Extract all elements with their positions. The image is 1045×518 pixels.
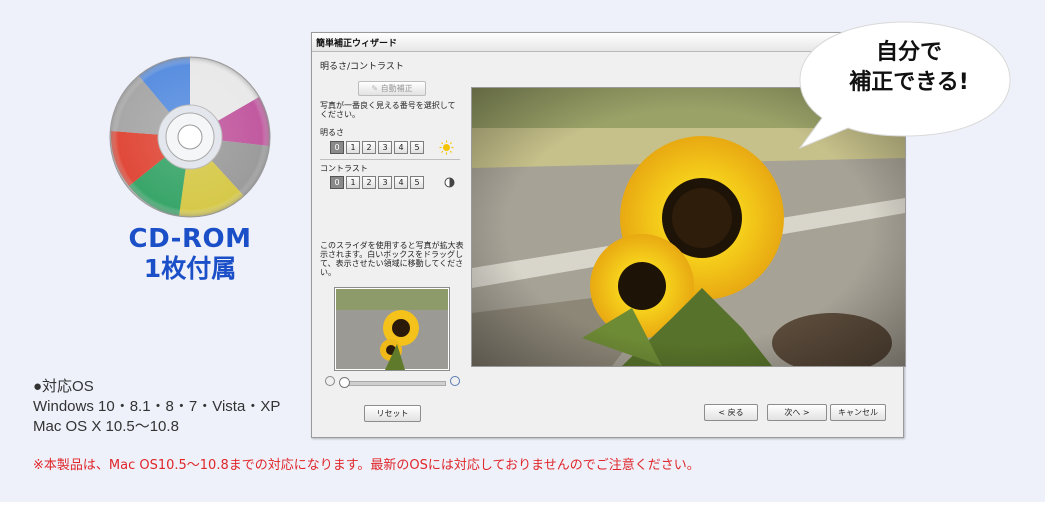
os-windows: Windows 10・8.1・8・7・Vista・XP [33,398,281,415]
brightness-option-2[interactable]: 2 [362,141,376,154]
cd-rom-label: CD-ROM 1枚付属 [110,224,270,284]
thumbnail-preview[interactable] [334,287,450,371]
zoom-slider-knob[interactable] [339,377,350,388]
main-photo-preview [471,87,906,367]
speech-bubble-text: 自分で 補正できる! [833,38,985,98]
auto-correct-button[interactable]: ✎ 自動補正 [358,81,426,96]
contrast-icon [444,177,455,188]
wizard-window: 簡単補正ウィザード 明るさ/コントラスト ✎ 自動補正 写真が一番良く見える番号… [311,32,906,438]
auto-correct-label: 自動補正 [380,84,413,93]
contrast-options: 0 1 2 3 4 5 [330,176,426,189]
contrast-option-4[interactable]: 4 [394,176,408,189]
os-info: ●対応OS Windows 10・8.1・8・7・Vista・XP Mac OS… [33,377,280,437]
bubble-line2: 補正できる! [849,70,969,95]
window-title: 簡単補正ウィザード [316,39,398,49]
brightness-option-1[interactable]: 1 [346,141,360,154]
sunflower-thumbnail-image [335,288,449,370]
cd-label-line2: 1枚付属 [143,254,237,283]
compatibility-notice: ※本製品は、Mac OS10.5～10.8までの対応になります。最新のOSには対… [33,458,700,473]
instruction-text: 写真が一番良く見える番号を選択してください。 [320,101,456,119]
brightness-option-5[interactable]: 5 [410,141,424,154]
brightness-label: 明るさ [320,128,344,137]
os-heading: ●対応OS [33,378,94,395]
brightness-option-3[interactable]: 3 [378,141,392,154]
sun-icon [439,140,454,155]
sunflower-photo-image [472,88,905,366]
contrast-option-0[interactable]: 0 [330,176,344,189]
divider [320,159,460,160]
next-button[interactable]: 次へ > [767,404,827,421]
bottom-strip [0,502,1045,518]
zoom-slider[interactable] [342,381,446,386]
reset-button[interactable]: リセット [364,405,421,422]
contrast-option-2[interactable]: 2 [362,176,376,189]
bubble-line1: 自分で [875,40,942,65]
back-button[interactable]: < 戻る [704,404,758,421]
section-title: 明るさ/コントラスト [320,62,404,72]
zoom-out-icon[interactable] [325,376,335,386]
cancel-button[interactable]: キャンセル [830,404,886,421]
cd-label-line1: CD-ROM [128,224,252,254]
zoom-in-icon[interactable] [450,376,460,386]
wand-icon: ✎ [371,84,379,93]
contrast-option-3[interactable]: 3 [378,176,392,189]
os-mac: Mac OS X 10.5～10.8 [33,418,179,435]
contrast-option-1[interactable]: 1 [346,176,360,189]
slider-help-text: このスライダを使用すると写真が拡大表示されます。白いボックスをドラッグして、表示… [320,241,464,277]
window-titlebar[interactable]: 簡単補正ウィザード [312,33,903,52]
brightness-options: 0 1 2 3 4 5 [330,141,426,154]
contrast-option-5[interactable]: 5 [410,176,424,189]
brightness-option-0[interactable]: 0 [330,141,344,154]
cd-rom-disc-icon [109,56,271,218]
brightness-option-4[interactable]: 4 [394,141,408,154]
contrast-label: コントラスト [320,164,368,173]
